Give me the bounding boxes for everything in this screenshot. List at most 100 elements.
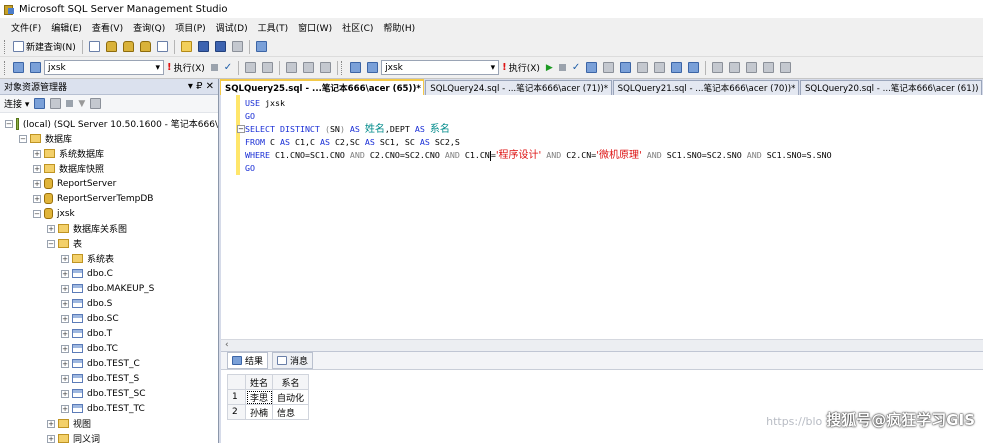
column-header[interactable]: 姓名 xyxy=(244,374,274,390)
grid-cell[interactable]: 孙楠 xyxy=(244,404,274,420)
open-file-button[interactable] xyxy=(178,39,195,55)
table-row[interactable]: 1 李思 自动化 xyxy=(227,389,310,405)
uncomment-button[interactable] xyxy=(259,60,276,76)
display-plan-button[interactable] xyxy=(583,60,600,76)
execute-button-right[interactable]: ! 执行(X) xyxy=(499,60,543,76)
results-to-file-button[interactable] xyxy=(651,60,668,76)
grid-corner[interactable] xyxy=(227,374,246,390)
expand-icon[interactable]: + xyxy=(61,404,69,413)
collapse-icon[interactable]: − xyxy=(19,134,27,143)
expand-icon[interactable]: + xyxy=(61,389,69,398)
expand-icon[interactable]: + xyxy=(61,329,69,338)
toolbar-grip[interactable] xyxy=(4,60,7,75)
menu-item[interactable]: 窗口(W) xyxy=(293,21,337,34)
disconnect-icon[interactable] xyxy=(50,98,62,109)
row-number[interactable]: 1 xyxy=(227,389,246,405)
decrease-indent-button[interactable] xyxy=(283,60,300,76)
indent-button-2[interactable] xyxy=(760,60,777,76)
expand-icon[interactable]: + xyxy=(61,269,69,278)
code-line[interactable]: GO xyxy=(245,110,832,123)
menu-item[interactable]: 帮助(H) xyxy=(378,21,420,34)
code-line[interactable]: GO xyxy=(245,162,832,175)
grid-cell[interactable]: 信息 xyxy=(272,404,310,420)
toolbar-grip[interactable] xyxy=(341,60,344,75)
connect-button[interactable] xyxy=(10,60,27,76)
query-editor[interactable]: − USE jxsk GO SELECT DISTINCT (SN) AS 姓名,D… xyxy=(221,95,983,339)
debug-button[interactable]: ▶ xyxy=(543,60,556,76)
tree-node[interactable]: + dbo.C xyxy=(0,266,218,281)
tree-node[interactable]: + dbo.TC xyxy=(0,341,218,356)
code-line[interactable]: USE jxsk xyxy=(245,97,832,110)
menu-item[interactable]: 社区(C) xyxy=(337,21,378,34)
expand-icon[interactable]: + xyxy=(47,224,55,233)
expand-icon[interactable]: + xyxy=(61,359,69,368)
tree-node[interactable]: − jxsk xyxy=(0,206,218,221)
change-connection-button-2[interactable] xyxy=(364,60,381,76)
tree-node[interactable]: + ReportServer xyxy=(0,176,218,191)
code-line[interactable]: SELECT DISTINCT (SN) AS 姓名,DEPT AS 系名 xyxy=(245,123,832,136)
tree-node[interactable]: + 系统数据库 xyxy=(0,146,218,161)
menu-item[interactable]: 项目(P) xyxy=(170,21,210,34)
parse-button[interactable]: ✓ xyxy=(221,60,235,76)
tree-node[interactable]: + dbo.T xyxy=(0,326,218,341)
results-to-grid-button[interactable] xyxy=(617,60,634,76)
database-selector-left[interactable]: jxsk ▾ xyxy=(44,60,164,75)
tree-node[interactable]: + dbo.MAKEUP_S xyxy=(0,281,218,296)
tree-node[interactable]: + 同义词 xyxy=(0,431,218,443)
menu-item[interactable]: 编辑(E) xyxy=(46,21,87,34)
table-row[interactable]: 2 孙楠 信息 xyxy=(227,404,310,420)
collapse-icon[interactable]: − xyxy=(47,239,55,248)
tab-query[interactable]: SQLQuery21.sql - ...笔记本666\acer (70))* xyxy=(612,80,799,95)
expand-icon[interactable]: + xyxy=(47,434,55,443)
expand-icon[interactable]: + xyxy=(61,344,69,353)
execute-button-left[interactable]: ! 执行(X) xyxy=(164,60,208,76)
scroll-left-icon[interactable]: ‹ xyxy=(225,340,229,350)
tree-node[interactable]: + 视图 xyxy=(0,416,218,431)
tree-node[interactable]: − (local) (SQL Server 10.50.1600 - 笔记本666… xyxy=(0,116,218,131)
tab-results[interactable]: 结果 xyxy=(227,352,269,369)
database-engine-query-button[interactable] xyxy=(86,39,103,55)
code-line[interactable]: FROM C AS C1,C AS C2,SC AS SC1, SC AS SC… xyxy=(245,136,832,149)
tab-query[interactable]: SQLQuery24.sql - ...笔记本666\acer (71))* xyxy=(425,80,612,95)
filter-icon[interactable]: ▼ xyxy=(78,99,85,109)
expand-icon[interactable]: + xyxy=(61,254,69,263)
new-query-button[interactable]: 新建查询(N) xyxy=(10,39,79,55)
tree-node[interactable]: − 数据库 xyxy=(0,131,218,146)
tree-node[interactable]: + dbo.TEST_TC xyxy=(0,401,218,416)
expand-icon[interactable]: + xyxy=(61,314,69,323)
parse-button-2[interactable]: ✓ xyxy=(569,60,583,76)
connect-button-2[interactable] xyxy=(347,60,364,76)
tree-node[interactable]: + ReportServerTempDB xyxy=(0,191,218,206)
menu-item[interactable]: 查询(Q) xyxy=(128,21,170,34)
collapse-icon[interactable]: − xyxy=(5,119,13,128)
cancel-query-button[interactable] xyxy=(208,60,221,76)
expand-icon[interactable]: + xyxy=(61,299,69,308)
comment-button-2[interactable] xyxy=(709,60,726,76)
tree-node[interactable]: + 系统表 xyxy=(0,251,218,266)
outdent-button-2[interactable] xyxy=(743,60,760,76)
menu-item[interactable]: 查看(V) xyxy=(87,21,128,34)
code-line[interactable]: WHERE C1.CNO=SC1.CNO AND C2.CNO=SC2.CNO … xyxy=(245,149,832,162)
increase-indent-button[interactable] xyxy=(300,60,317,76)
refresh-icon[interactable] xyxy=(90,98,102,109)
comment-button[interactable] xyxy=(242,60,259,76)
activity-monitor-button[interactable] xyxy=(253,39,270,55)
tree-node[interactable]: − 表 xyxy=(0,236,218,251)
expand-icon[interactable]: + xyxy=(47,419,55,428)
panel-actions[interactable]: ▾ ₽ ✕ xyxy=(188,81,214,92)
expand-icon[interactable]: + xyxy=(33,179,41,188)
menu-item[interactable]: 调试(D) xyxy=(211,21,253,34)
toolbar-grip[interactable] xyxy=(4,39,7,54)
tree-node[interactable]: + dbo.TEST_SC xyxy=(0,386,218,401)
database-selector-right[interactable]: jxsk ▾ xyxy=(381,60,500,75)
tab-messages[interactable]: 消息 xyxy=(272,352,314,369)
tree-node[interactable]: + dbo.SC xyxy=(0,311,218,326)
save-all-button[interactable] xyxy=(212,39,229,55)
collapse-icon[interactable]: − xyxy=(33,209,41,218)
column-header[interactable]: 系名 xyxy=(272,374,310,390)
connect-dropdown[interactable]: 连接 ▾ xyxy=(4,97,29,110)
dmx-query-button[interactable] xyxy=(137,39,154,55)
row-number[interactable]: 2 xyxy=(227,404,246,420)
collapse-icon[interactable]: − xyxy=(237,125,245,133)
mdx-query-button[interactable] xyxy=(120,39,137,55)
